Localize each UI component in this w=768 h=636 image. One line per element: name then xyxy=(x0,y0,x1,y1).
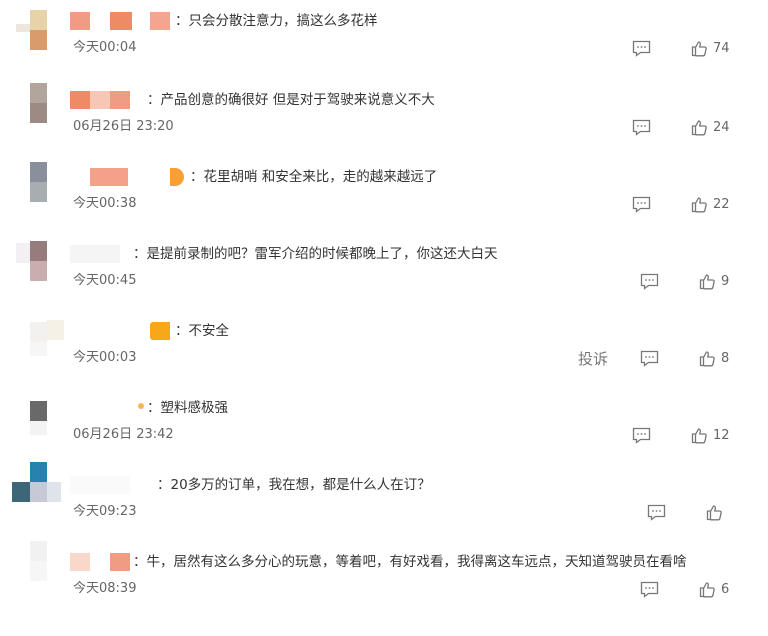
like-count: 12 xyxy=(713,427,730,443)
comment-text: ：产品创意的确很好 但是对于驾驶来说意义不大 xyxy=(147,92,435,108)
thumbs-up-icon xyxy=(699,273,716,290)
like-count: 22 xyxy=(713,196,730,212)
avatar[interactable] xyxy=(16,10,56,50)
comment-icon[interactable] xyxy=(647,504,666,521)
thumbs-up-icon xyxy=(691,119,708,136)
comment-row: ：塑料感极强 06月26日 23:42 12 xyxy=(0,400,768,482)
like-button[interactable]: 6 xyxy=(699,580,729,598)
avatar[interactable] xyxy=(22,83,56,129)
avatar[interactable] xyxy=(22,320,64,360)
username[interactable] xyxy=(70,322,190,342)
like-button[interactable]: 24 xyxy=(691,118,730,136)
avatar[interactable] xyxy=(22,397,56,437)
comment-icon[interactable] xyxy=(640,273,659,290)
report-button[interactable]: 投诉 xyxy=(578,348,608,369)
like-button[interactable]: 8 xyxy=(699,349,729,367)
like-count: 24 xyxy=(713,119,730,135)
comment-time: 今天09:23 xyxy=(73,504,137,519)
comment-text: ：20多万的订单，我在想，都是什么人在订？ xyxy=(157,477,431,493)
like-count: 74 xyxy=(713,40,730,56)
comment-icon[interactable] xyxy=(640,581,659,598)
comment-text: ：只会分散注意力，搞这么多花样 xyxy=(175,13,378,29)
thumbs-up-icon xyxy=(699,581,716,598)
comment-time: 今天00:04 xyxy=(73,40,137,55)
comment-time: 06月26日 23:20 xyxy=(73,119,174,134)
comment-icon[interactable] xyxy=(632,119,651,136)
comment-time: 今天00:45 xyxy=(73,273,137,288)
comment-time: 06月26日 23:42 xyxy=(73,427,174,442)
comment-text: ：塑料感极强 xyxy=(147,400,228,416)
comment-text: ：花里胡哨 和安全来比，走的越来越远了 xyxy=(190,169,438,185)
comment-icon[interactable] xyxy=(632,427,651,444)
comment-icon[interactable] xyxy=(632,40,651,57)
thumbs-up-icon xyxy=(691,196,708,213)
avatar[interactable] xyxy=(12,462,61,514)
comment-row: ：是提前录制的吧？雷军介绍的时候都晚上了，你这还大白天 今天00:45 9 xyxy=(0,241,768,328)
comment-row: ：牛，居然有这么多分心的玩意，等着吧，有好戏看，我得离这车远点，天知道驾驶员在看… xyxy=(0,541,768,636)
like-count: 9 xyxy=(721,273,730,289)
thumbs-up-icon xyxy=(706,504,723,521)
comment-text: ：不安全 xyxy=(175,323,229,339)
comment-row: ：花里胡哨 和安全来比，走的越来越远了 今天00:38 22 xyxy=(0,162,768,251)
like-button[interactable]: 12 xyxy=(691,426,730,444)
comment-text: ：牛，居然有这么多分心的玩意，等着吧，有好戏看，我得离这车远点，天知道驾驶员在看… xyxy=(133,554,687,570)
comment-icon[interactable] xyxy=(632,196,651,213)
like-count: 6 xyxy=(721,581,730,597)
comment-time: 今天00:38 xyxy=(73,196,137,211)
comment-row: ：20多万的订单，我在想，都是什么人在订？ 今天09:23 xyxy=(0,462,768,559)
thumbs-up-icon xyxy=(691,40,708,57)
comment-time: 今天08:39 xyxy=(73,581,137,596)
like-button[interactable]: 74 xyxy=(691,39,730,57)
like-button[interactable] xyxy=(706,503,728,521)
like-button[interactable]: 9 xyxy=(699,272,729,290)
like-button[interactable]: 22 xyxy=(691,195,730,213)
thumbs-up-icon xyxy=(699,350,716,367)
comment-icon[interactable] xyxy=(640,350,659,367)
comment-time: 今天00:03 xyxy=(73,350,137,365)
comment-row: ：产品创意的确很好 但是对于驾驶来说意义不大 06月26日 23:20 24 xyxy=(0,83,768,174)
avatar[interactable] xyxy=(16,241,56,283)
thumbs-up-icon xyxy=(691,427,708,444)
username[interactable] xyxy=(70,168,190,188)
comment-text: ：是提前录制的吧？雷军介绍的时候都晚上了，你这还大白天 xyxy=(133,246,498,262)
comment-row: ：只会分散注意力，搞这么多花样 今天00:04 74 xyxy=(0,10,768,95)
avatar[interactable] xyxy=(22,162,56,206)
avatar[interactable] xyxy=(22,541,56,591)
like-count: 8 xyxy=(721,350,730,366)
username[interactable] xyxy=(70,12,190,32)
comment-row: ：不安全 今天00:03 投诉 8 xyxy=(0,320,768,405)
